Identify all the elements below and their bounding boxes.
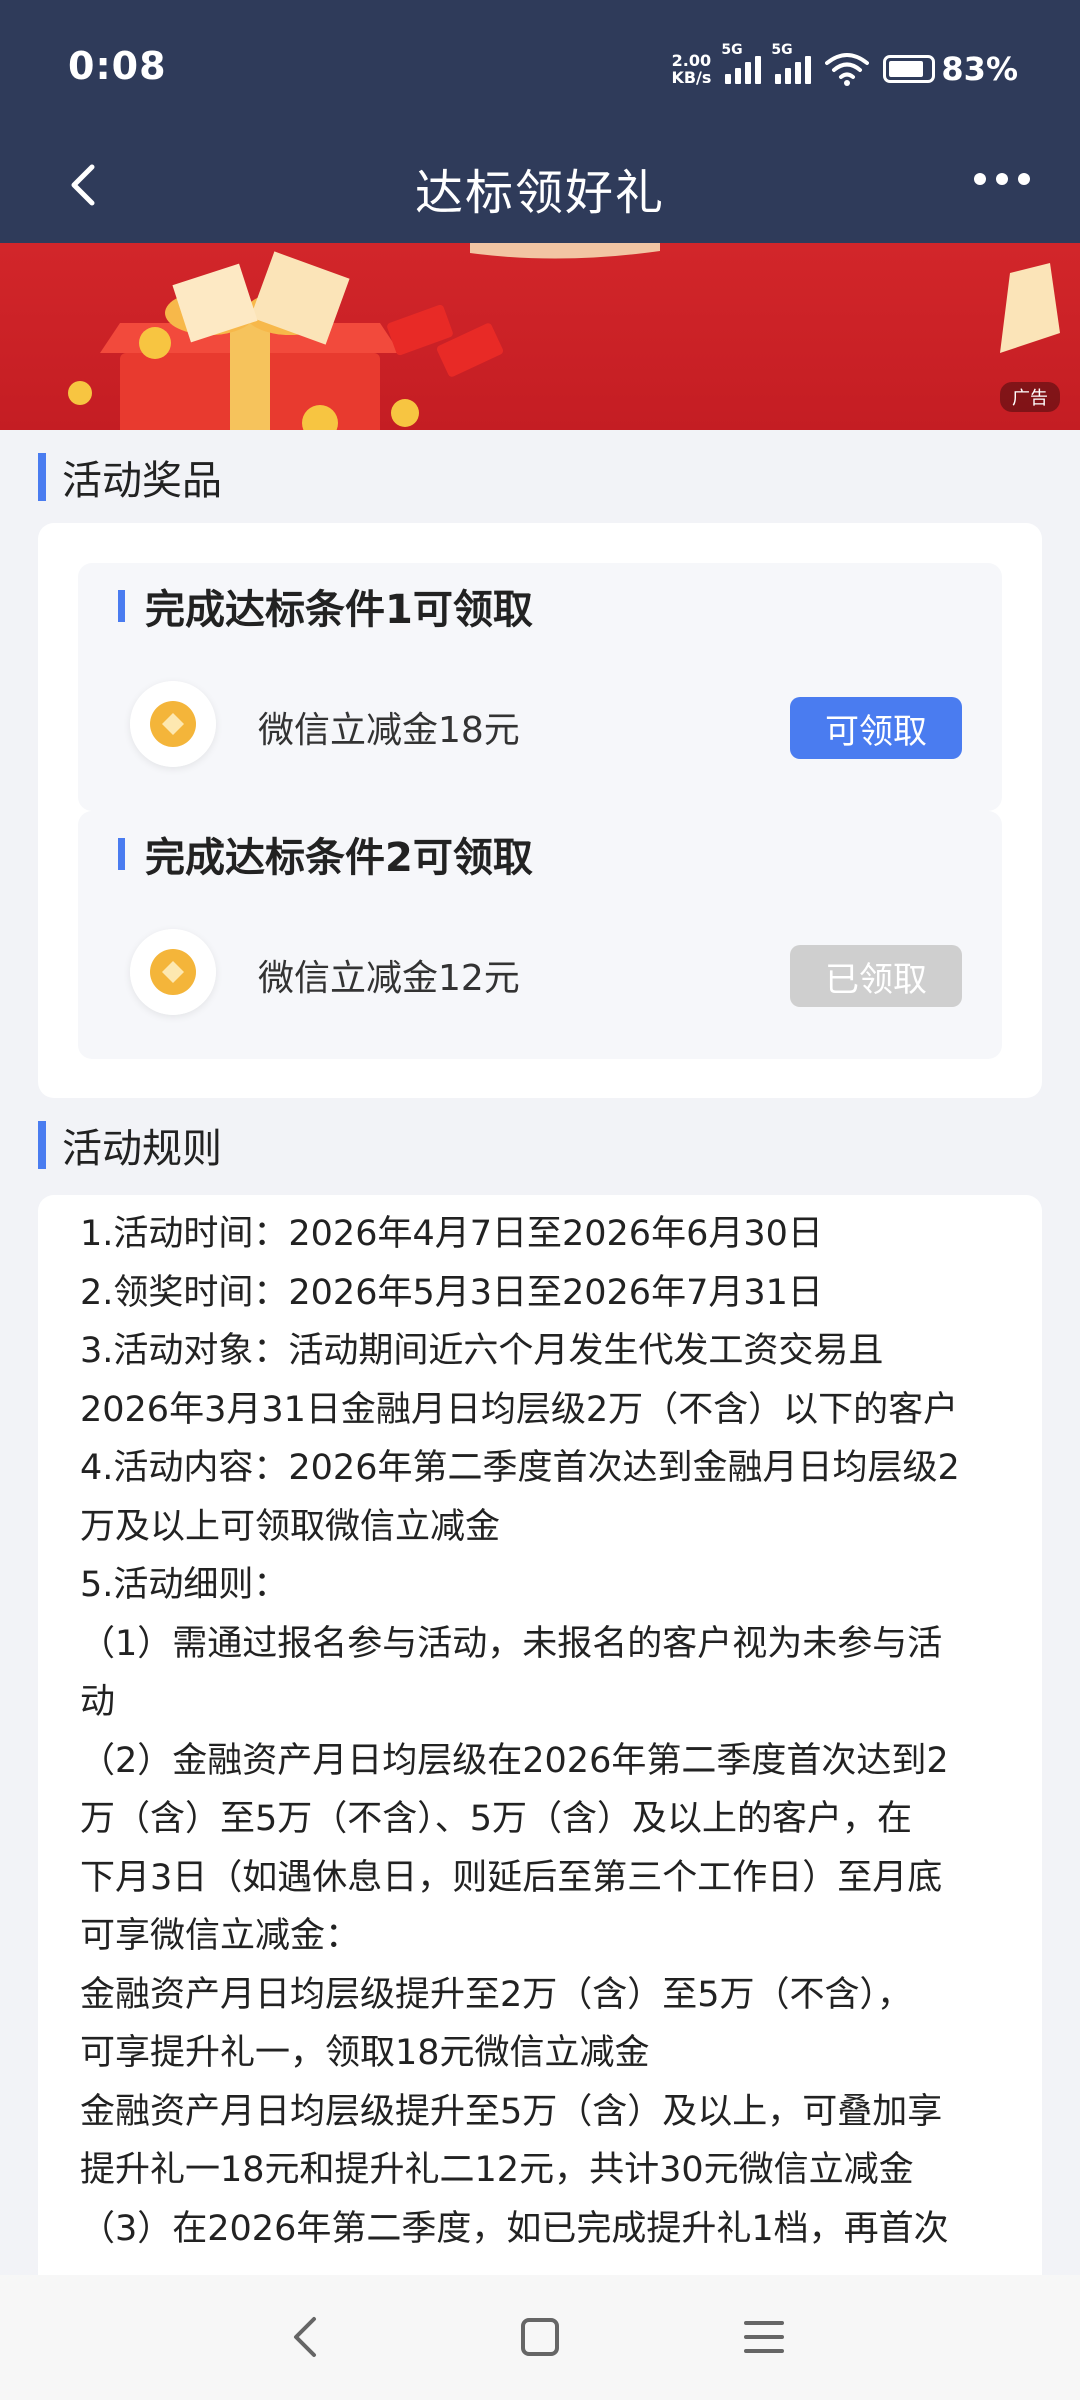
section-title-prizes: 活动奖品 — [38, 448, 222, 506]
battery-percent: 83% — [941, 50, 1018, 88]
rule-line: 动 — [80, 1682, 116, 1722]
nav-back-icon[interactable] — [274, 2305, 338, 2369]
prize-card: 完成达标条件1可领取 微信立减金18元 可领取 完成达标条件2可领取 微信立减金… — [38, 523, 1042, 1098]
rule-line: 金融资产月日均层级提升至5万（含）及以上，可叠加享 — [80, 2091, 943, 2132]
rule-line: 可享微信立减金： — [80, 1916, 361, 1956]
prize-name: 微信立减金12元 — [258, 958, 520, 999]
signal-icon-sim1: 5G — [721, 42, 762, 84]
prize-condition-2: 完成达标条件2可领取 微信立减金12元 已领取 — [78, 811, 1002, 1059]
app-header-bar: 0:08 2.00 KB/s 5G 5G 83% 达标领好礼 — [0, 0, 1080, 243]
battery-fill — [889, 61, 923, 77]
status-time: 0:08 — [68, 44, 167, 88]
ad-label: 广告 — [1000, 382, 1060, 412]
rule-line: 3.活动对象：活动期间近六个月发生代发工资交易且 — [80, 1331, 884, 1371]
more-options-icon[interactable] — [974, 173, 1030, 185]
rule-line: （3）在2026年第二季度，如已完成提升礼1档，再首次 — [80, 2208, 949, 2249]
signal2-label: 5G — [771, 42, 793, 58]
system-nav-bar — [0, 2275, 1080, 2400]
coin-icon — [130, 681, 216, 767]
rules-card: 1.活动时间：2026年4月7日至2026年6月30日 2.领奖时间：2026年… — [38, 1195, 1042, 2275]
network-speed-unit: KB/s — [671, 68, 712, 87]
prize-name: 微信立减金18元 — [258, 710, 520, 751]
rule-line: 提升礼一18元和提升礼二12元，共计30元微信立减金 — [80, 2150, 914, 2190]
rule-line: 5.活动细则： — [80, 1565, 289, 1605]
prize-condition-1: 完成达标条件1可领取 微信立减金18元 可领取 — [78, 563, 1002, 811]
rule-line: 金融资产月日均层级提升至2万（含）至5万（不含）， — [80, 1974, 913, 2015]
gift-box-illustration — [68, 243, 1060, 430]
rule-line: 4.活动内容：2026年第二季度首次达到金融月日均层级2 — [80, 1448, 960, 1488]
status-icons: 2.00 KB/s 5G 5G 83% — [671, 42, 1018, 94]
battery-icon — [883, 55, 936, 83]
section-title-rules: 活动规则 — [38, 1116, 222, 1174]
rule-line: （2）金融资产月日均层级在2026年第二季度首次达到2 — [80, 1740, 949, 1781]
rules-text: 1.活动时间：2026年4月7日至2026年6月30日 2.领奖时间：2026年… — [80, 1205, 1020, 2258]
nav-home-icon[interactable] — [508, 2305, 572, 2369]
rule-line: 可享提升礼一，领取18元微信立减金 — [80, 2033, 650, 2073]
network-speed-value: 2.00 — [671, 51, 712, 70]
rule-line: （1）需通过报名参与活动，未报名的客户视为未参与活 — [80, 1623, 943, 1664]
rule-line: 下月3日（如遇休息日，则延后至第三个工作日）至月底 — [80, 1857, 943, 1898]
condition-title: 完成达标条件2可领取 — [118, 825, 533, 883]
nav-header: 达标领好礼 — [0, 135, 1080, 243]
rule-line: 1.活动时间：2026年4月7日至2026年6月30日 — [80, 1214, 823, 1254]
nav-menu-icon[interactable] — [732, 2305, 796, 2369]
promo-banner[interactable]: 广告 — [0, 243, 1080, 430]
rule-line: 万（含）至5万（不含）、5万（含）及以上的客户，在 — [80, 1799, 913, 1839]
wifi-icon — [825, 53, 870, 86]
coin-icon — [130, 929, 216, 1015]
battery-indicator: 83% — [883, 50, 1018, 88]
signal-icon-sim2: 5G — [771, 42, 812, 84]
network-speed: 2.00 KB/s — [671, 52, 711, 86]
rule-line: 万及以上可领取微信立减金 — [80, 1506, 501, 1547]
page-title: 达标领好礼 — [414, 165, 665, 221]
signal1-label: 5G — [721, 42, 743, 58]
condition-title: 完成达标条件1可领取 — [118, 577, 533, 635]
claim-button[interactable]: 可领取 — [790, 697, 962, 759]
claimed-button[interactable]: 已领取 — [790, 945, 962, 1007]
rule-line: 2.领奖时间：2026年5月3日至2026年7月31日 — [80, 1272, 823, 1313]
rule-line: 2026年3月31日金融月日均层级2万（不含）以下的客户 — [80, 1389, 959, 1430]
status-bar: 0:08 2.00 KB/s 5G 5G 83% — [0, 0, 1080, 135]
